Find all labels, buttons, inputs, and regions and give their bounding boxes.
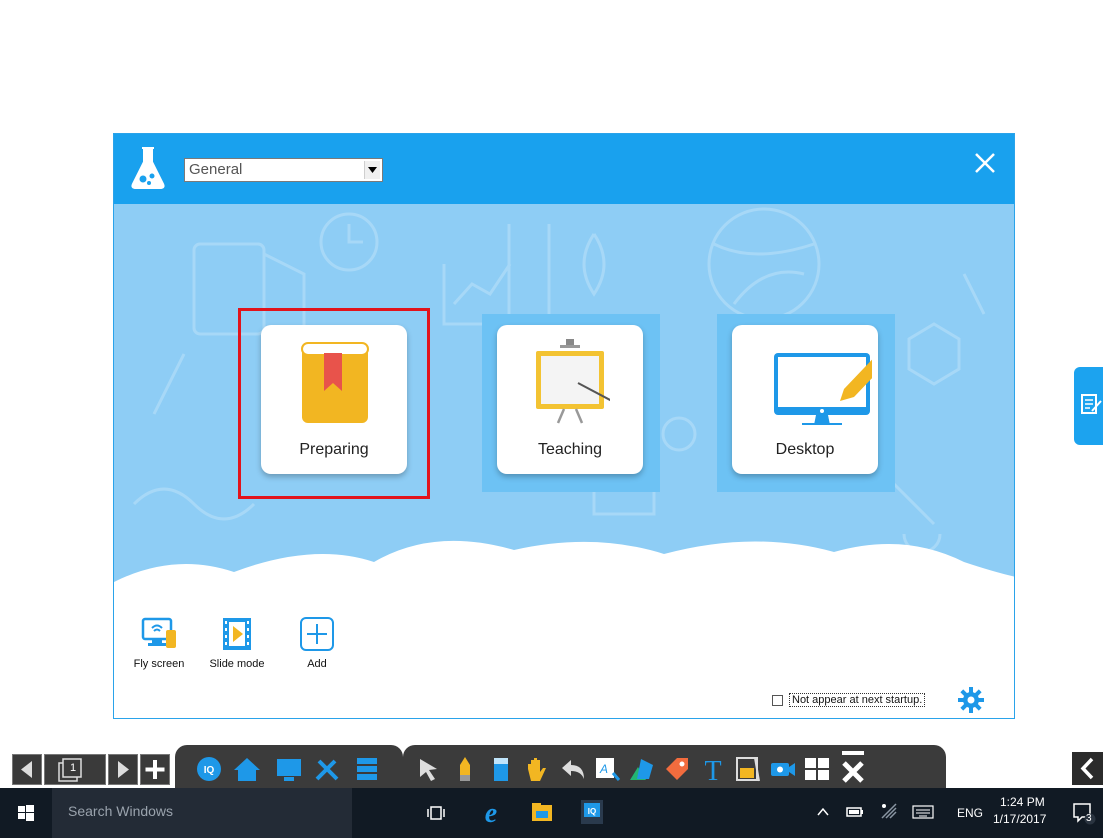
tile-teaching[interactable]: Teaching	[497, 325, 643, 474]
svg-text:A: A	[599, 762, 608, 776]
tools-icon[interactable]	[313, 755, 341, 783]
prev-page-button[interactable]	[12, 754, 42, 785]
note-edit-icon	[1081, 394, 1102, 414]
app-toolbar: IQ	[175, 745, 403, 788]
file-explorer-icon[interactable]	[530, 801, 554, 823]
fly-screen-icon	[141, 617, 176, 648]
plus-square-icon	[300, 617, 334, 651]
add-page-button[interactable]	[140, 754, 170, 785]
svg-text:e: e	[485, 798, 497, 826]
add-shortcut[interactable]: Add	[282, 616, 352, 676]
triangle-left-icon	[21, 761, 32, 778]
fly-screen-shortcut[interactable]: Fly screen	[124, 616, 194, 676]
undo-icon[interactable]	[559, 755, 587, 783]
pencil-icon[interactable]	[451, 755, 479, 783]
svg-text:IQ: IQ	[204, 765, 215, 776]
startup-checkbox-row[interactable]: Not appear at next startup.	[772, 693, 926, 707]
windows-logo-icon	[18, 805, 34, 821]
svg-text:T: T	[704, 756, 721, 783]
tile-desktop-label: Desktop	[775, 441, 835, 458]
category-select[interactable]: General	[184, 158, 383, 182]
startup-checkbox-label: Not appear at next startup.	[789, 693, 926, 707]
page-navigation: 1	[12, 754, 174, 787]
action-center-icon[interactable]	[1072, 801, 1096, 825]
shapes-icon[interactable]	[627, 755, 655, 783]
camera-icon[interactable]	[769, 755, 797, 783]
flask-logo-icon	[131, 147, 165, 189]
taskbar-search-box[interactable]: Search Windows	[52, 788, 352, 838]
notification-count-badge: 3	[1086, 813, 1092, 824]
tile-teaching-wrapper: Teaching	[478, 312, 656, 490]
text-recognition-icon[interactable]: A	[593, 755, 621, 783]
side-panel-tab[interactable]	[1074, 367, 1103, 445]
windows-taskbar: Search Windows e IQ ENG 1:24 PM 1/17/201…	[0, 788, 1103, 838]
task-view-icon[interactable]	[426, 804, 446, 822]
page-number: 1	[70, 762, 77, 774]
highlighter-icon[interactable]	[487, 755, 515, 783]
wifi-icon[interactable]	[880, 802, 898, 820]
launcher-window: General Preparing Teaching Desktop Fly s…	[113, 133, 1015, 719]
screen-shade-icon[interactable]	[733, 755, 761, 783]
clock-time[interactable]: 1:24 PM	[1000, 795, 1045, 809]
selection-highlight	[238, 308, 430, 499]
presentation-board-icon	[536, 339, 610, 424]
clock-date[interactable]: 1/17/2017	[993, 812, 1046, 826]
page-list-button[interactable]: 1	[44, 754, 106, 785]
svg-text:IQ: IQ	[588, 807, 596, 816]
slide-mode-label: Slide mode	[209, 658, 265, 670]
battery-icon[interactable]	[846, 805, 864, 819]
fly-screen-label: Fly screen	[133, 658, 185, 670]
tile-teaching-label: Teaching	[537, 441, 603, 458]
keyboard-icon[interactable]	[912, 805, 934, 819]
language-indicator[interactable]: ENG	[957, 806, 983, 820]
home-icon[interactable]	[233, 755, 261, 783]
iq-logo-icon[interactable]: IQ	[195, 755, 223, 783]
chevron-up-icon[interactable]	[816, 806, 830, 818]
slide-mode-shortcut[interactable]: Slide mode	[202, 616, 272, 676]
select-arrow-icon[interactable]	[415, 755, 443, 783]
hand-pan-icon[interactable]	[523, 755, 551, 783]
storage-drawers-icon[interactable]	[353, 755, 381, 783]
gear-icon[interactable]	[958, 687, 984, 713]
collapse-toolbar-button[interactable]	[1072, 752, 1103, 785]
next-page-button[interactable]	[108, 754, 138, 785]
minimize-close-icon[interactable]	[839, 749, 867, 785]
apps-grid-icon[interactable]	[803, 755, 831, 783]
chevron-left-icon	[1080, 757, 1094, 780]
edge-browser-icon[interactable]: e	[478, 798, 504, 826]
tile-desktop[interactable]: Desktop	[732, 325, 878, 474]
plus-icon	[145, 760, 165, 779]
tag-icon[interactable]	[663, 755, 691, 783]
text-tool-icon[interactable]: T	[699, 755, 727, 783]
film-play-icon	[223, 618, 251, 650]
startup-checkbox[interactable]	[772, 694, 783, 706]
close-icon[interactable]	[972, 150, 998, 176]
triangle-right-icon	[118, 761, 129, 778]
drawing-toolbar: A T	[403, 745, 946, 788]
desktop-monitor-icon[interactable]	[275, 755, 303, 783]
chevron-down-icon[interactable]	[364, 161, 380, 179]
title-bar: General	[114, 134, 1014, 204]
category-select-value: General	[189, 161, 243, 178]
tile-desktop-wrapper: Desktop	[713, 312, 891, 490]
start-button[interactable]	[0, 788, 52, 838]
add-label: Add	[307, 658, 327, 670]
iq-board-taskbar-icon[interactable]: IQ	[580, 799, 604, 825]
monitor-pencil-icon	[774, 353, 872, 425]
